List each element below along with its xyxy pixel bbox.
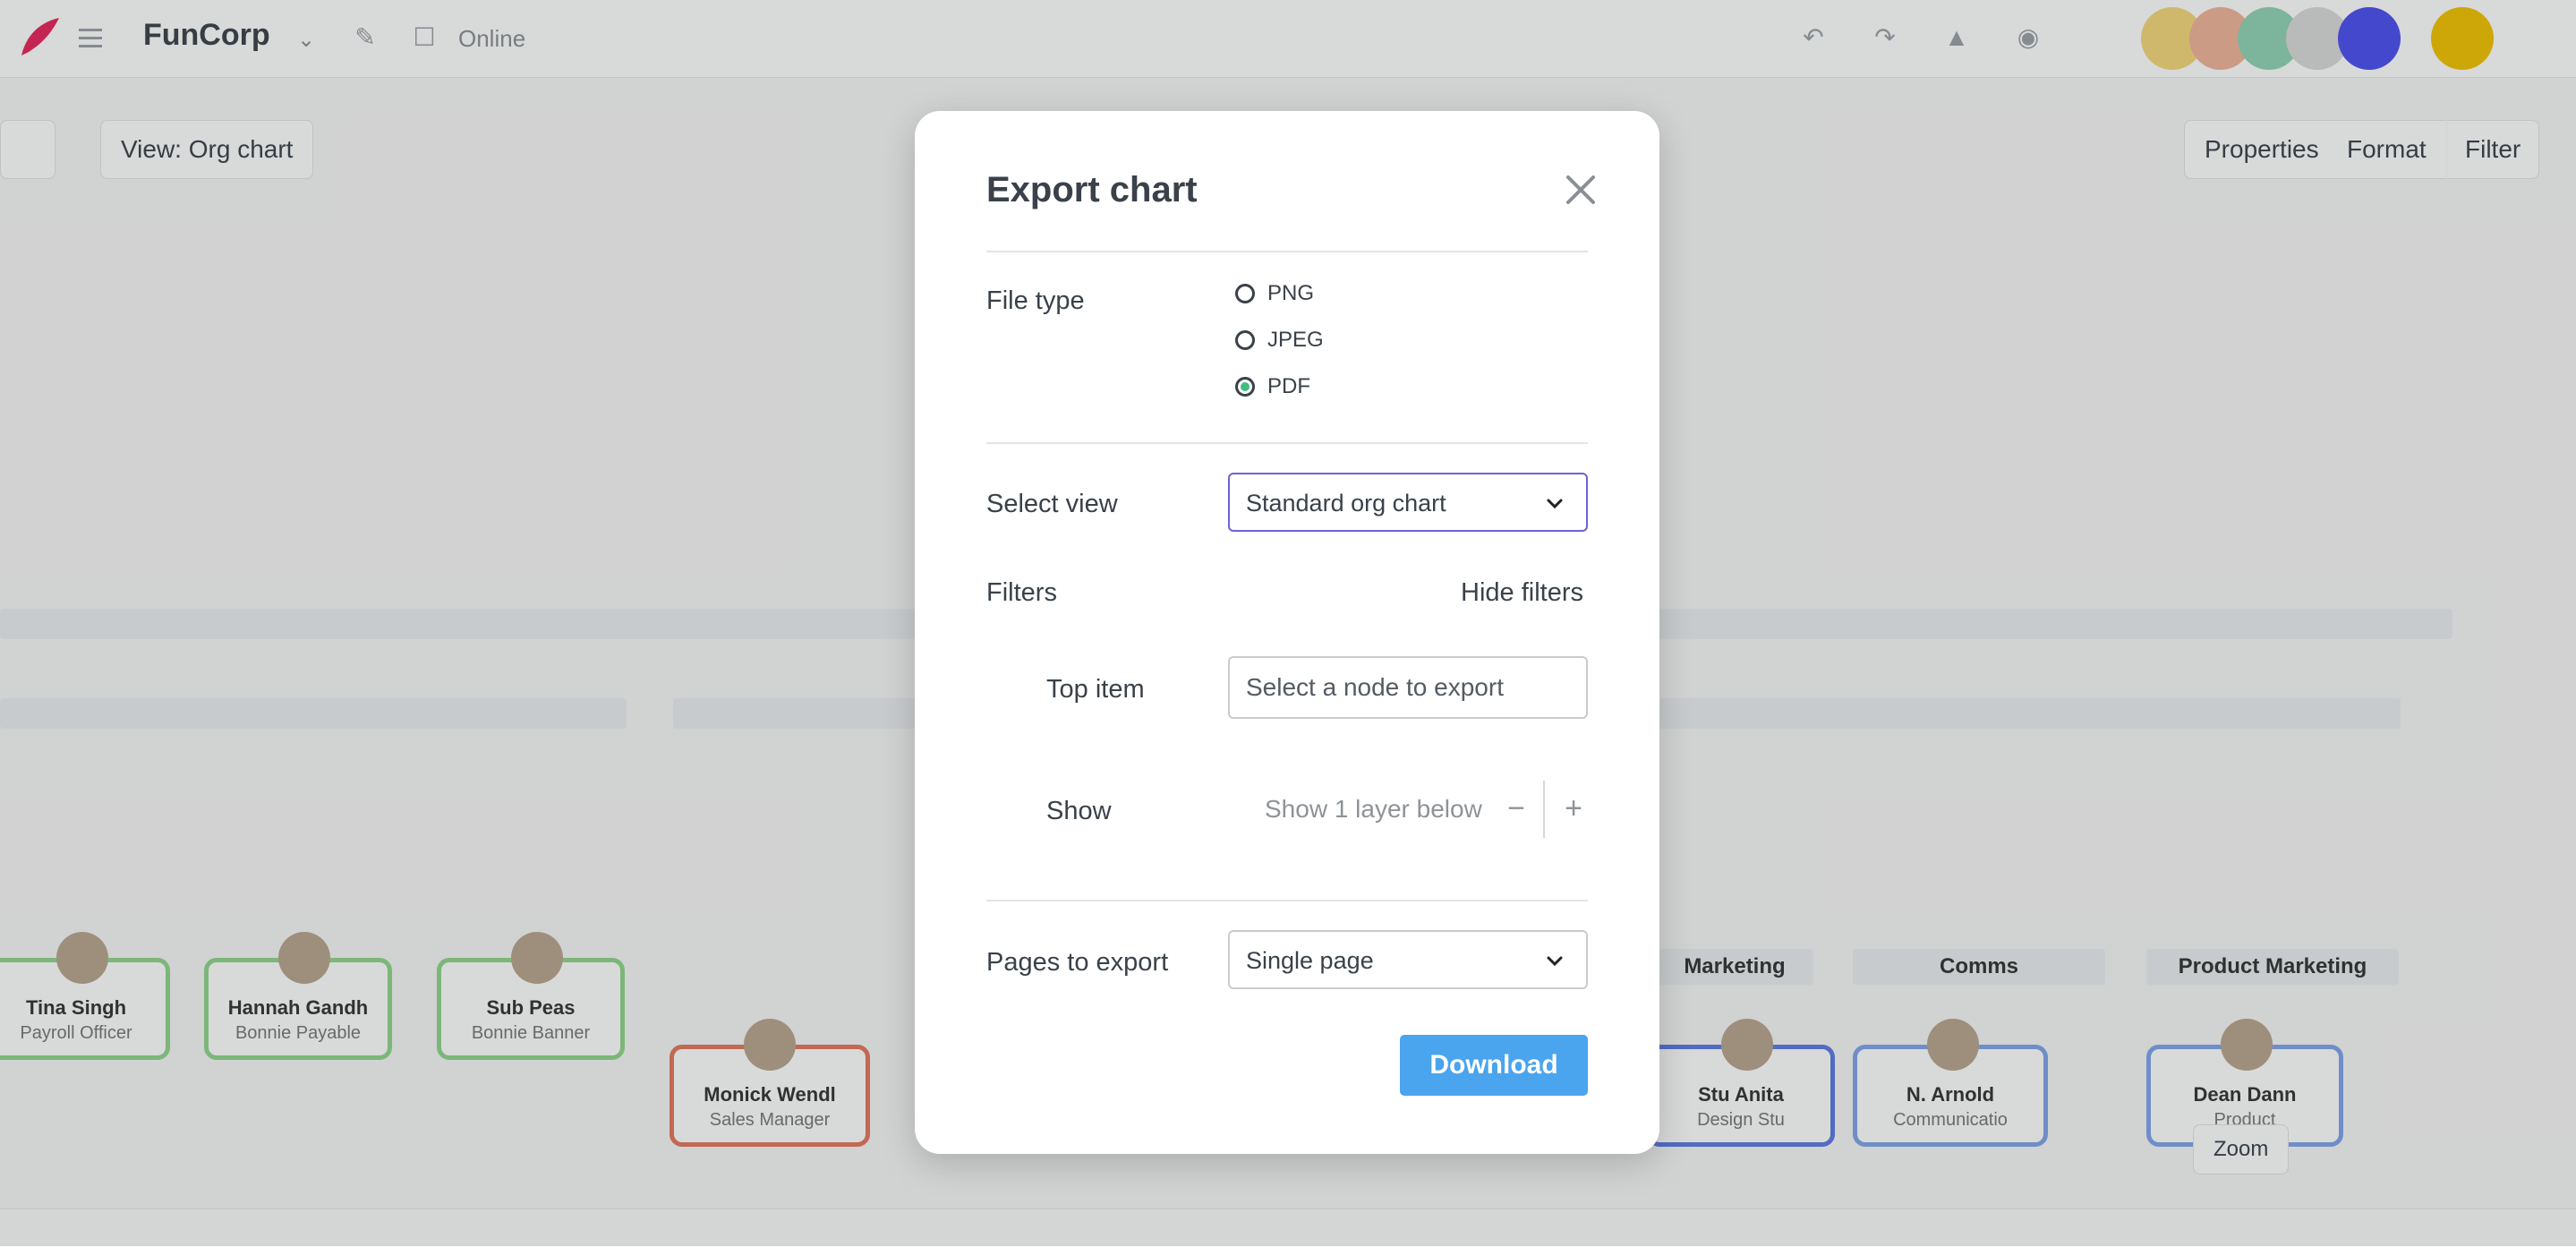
filters-label: Filters bbox=[986, 578, 1057, 607]
download-button[interactable]: Download bbox=[1400, 1035, 1588, 1096]
chevron-down-icon bbox=[1547, 499, 1563, 509]
layers-value: Show 1 layer below bbox=[1265, 795, 1482, 823]
pages-to-export-label: Pages to export bbox=[986, 948, 1169, 977]
radio-png[interactable]: PNG bbox=[1235, 278, 1314, 310]
close-icon[interactable] bbox=[1561, 170, 1600, 209]
radio-jpeg[interactable]: JPEG bbox=[1235, 324, 1324, 356]
top-item-input[interactable] bbox=[1228, 656, 1588, 719]
radio-pdf[interactable]: PDF bbox=[1235, 371, 1310, 403]
select-view-dropdown[interactable]: Standard org chart bbox=[1228, 473, 1588, 532]
divider bbox=[986, 442, 1588, 444]
minus-icon[interactable]: − bbox=[1497, 784, 1536, 833]
export-chart-dialog: Export chart File type PNG JPEG PDF Sele… bbox=[915, 111, 1659, 1154]
divider bbox=[986, 900, 1588, 901]
radio-button-selected[interactable] bbox=[1235, 377, 1255, 397]
top-item-label: Top item bbox=[1046, 675, 1145, 704]
divider bbox=[986, 251, 1588, 252]
stepper-divider bbox=[1543, 781, 1545, 838]
chevron-down-icon bbox=[1547, 956, 1563, 967]
file-type-label: File type bbox=[986, 286, 1085, 315]
radio-button[interactable] bbox=[1235, 284, 1255, 303]
pages-to-export-dropdown[interactable]: Single page bbox=[1228, 930, 1588, 989]
show-label: Show bbox=[1046, 797, 1112, 825]
plus-icon[interactable]: + bbox=[1554, 784, 1593, 833]
dialog-title: Export chart bbox=[986, 170, 1198, 209]
hide-filters-link[interactable]: Hide filters bbox=[1461, 578, 1583, 608]
select-view-label: Select view bbox=[986, 490, 1118, 518]
radio-button[interactable] bbox=[1235, 330, 1255, 350]
